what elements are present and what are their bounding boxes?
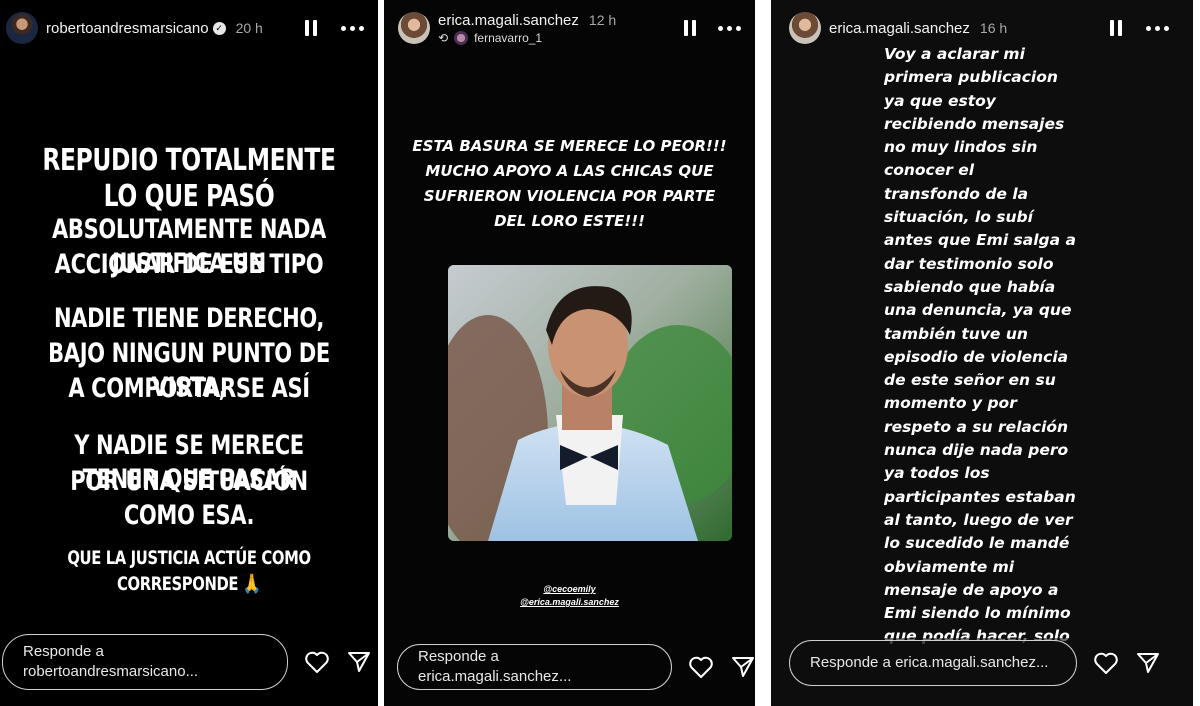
more-options-icon[interactable] [341,25,364,31]
heart-icon[interactable] [1093,650,1119,676]
more-options-icon[interactable] [1146,25,1169,31]
story-text-line: primera publicacion [884,68,1058,87]
story-text-line: al tanto, luego de ver [884,510,1073,529]
story-text-line: de este señor en su [884,371,1056,390]
story-text-line: dar testimonio solo [884,254,1054,273]
mentions: @cecoemily @erica.magali.sanchez [384,583,755,609]
story-time: 20 h [235,20,263,36]
username[interactable]: erica.magali.sanchez [438,12,579,29]
story-text-line: Voy a aclarar mi [884,45,1025,63]
story-text-line: nunca dije nada pero [884,441,1069,460]
reply-input[interactable]: Responde a erica.magali.sanchez... [397,644,673,690]
avatar [454,30,469,45]
story-text-line: momento y por [884,394,1017,413]
story-footer: Responde a erica.magali.sanchez... [771,638,1193,688]
avatar[interactable] [6,12,38,44]
reply-input[interactable]: Responde a robertoandresmarsicano... [2,634,288,690]
pause-icon[interactable] [1110,20,1122,36]
pause-icon[interactable] [684,20,696,36]
story-header: robertoandresmarsicano ✓ 20 h [0,0,378,56]
story-text-line: antes que Emi salga a [884,231,1076,250]
story-text-line: ACCIONAR DE ESE TIPO [54,249,324,280]
story-text: Voy a aclarar mi primera publicacion ya … [884,43,1114,672]
story-text: ESTA BASURA SE MERECE LO PEOR!!! MUCHO A… [384,134,755,234]
avatar[interactable] [789,12,821,44]
username[interactable]: erica.magali.sanchez [829,20,970,37]
story-text-line: mensaje de apoyo a [884,580,1059,599]
story-text-line: recibiendo mensajes [884,114,1065,133]
story-panel-robertoandresmarsicano[interactable]: robertoandresmarsicano ✓ 20 h REPUDIO TO… [0,0,378,706]
story-time: 12 h [588,11,617,28]
header-text: erica.magali.sanchez 12 h ⟲ fernavarro_1 [438,12,616,45]
story-text-line: obviamente mi [884,557,1015,576]
verified-badge-icon: ✓ [212,21,226,35]
mention-link[interactable]: @cecoemily [384,583,755,596]
story-text-line: participantes estaban [884,487,1076,506]
avatar[interactable] [398,12,430,44]
story-text-line: ya todos los [884,464,990,483]
story-text-line: sabiendo que había [884,277,1056,296]
more-options-icon[interactable] [718,25,741,31]
heart-icon[interactable] [688,654,714,680]
divider [755,0,771,706]
story-text-line: MUCHO APOYO A LAS CHICAS QUE [425,162,714,180]
send-icon[interactable] [730,654,755,680]
story-text-line: SUFRIERON VIOLENCIA POR PARTE [423,187,716,205]
story-time: 16 h [979,20,1008,36]
repost-info: ⟲ fernavarro_1 [438,30,616,45]
story-text-line: respeto a su relación [884,417,1069,436]
story-text-line: transfondo de la [884,184,1029,203]
story-text-line: DEL LORO ESTE!!! [494,212,645,230]
story-text-line: episodio de violencia [884,347,1069,366]
story-text-line: A COMPORTARSE ASÍ [68,373,310,404]
story-text-line: situación, lo subí [884,208,1033,227]
story-text-line: ya que estoy [884,91,996,110]
heart-icon[interactable] [304,649,330,675]
reply-placeholder: Responde a erica.magali.sanchez... [810,654,1049,671]
story-text-line: no muy lindos sin [884,138,1038,157]
divider [1193,0,1200,706]
story-text-line: también tuve un [884,324,1028,343]
story-footer: Responde a erica.magali.sanchez... [384,642,755,692]
reply-placeholder: robertoandresmarsicano... [23,663,199,680]
story-text-line: conocer el [884,161,975,180]
story-text-line: una denuncia, ya que [884,301,1072,320]
story-text-line: POR UNA SITUACIÓN COMO ESA. [70,466,308,531]
send-icon[interactable] [1135,650,1161,676]
story-text-line: REPUDIO TOTALMENTE LO QUE PASÓ [42,143,336,214]
story-text-line: ESTA BASURA SE MERECE LO PEOR!!! [412,137,727,155]
reply-input[interactable]: Responde a erica.magali.sanchez... [789,640,1077,686]
reply-placeholder: Responde a erica.magali.sanchez... [418,648,572,685]
mention-link[interactable]: @erica.magali.sanchez [384,596,755,609]
story-text-line: QUE LA JUSTICIA ACTÚE COMO CORRESPONDE 🙏 [67,547,311,595]
story-footer: Responde a robertoandresmarsicano... [0,634,378,690]
repost-username[interactable]: fernavarro_1 [474,31,542,45]
story-text-line: NADIE TIENE DERECHO, [53,303,325,334]
reply-placeholder: Responde a [23,643,104,660]
username[interactable]: robertoandresmarsicano [46,20,209,37]
story-header: erica.magali.sanchez 12 h ⟲ fernavarro_1 [384,0,755,56]
pause-icon[interactable] [305,20,317,36]
story-text-line: Emi siendo lo mínimo [884,604,1071,623]
story-photo [448,265,732,541]
send-icon[interactable] [346,649,372,675]
story-panel-erica-repost[interactable]: erica.magali.sanchez 12 h ⟲ fernavarro_1… [384,0,755,706]
repost-icon: ⟲ [438,30,449,45]
story-panel-erica-text[interactable]: erica.magali.sanchez 16 h Voy a aclarar … [771,0,1193,706]
story-text-line: lo sucedido le mandé [884,534,1070,553]
